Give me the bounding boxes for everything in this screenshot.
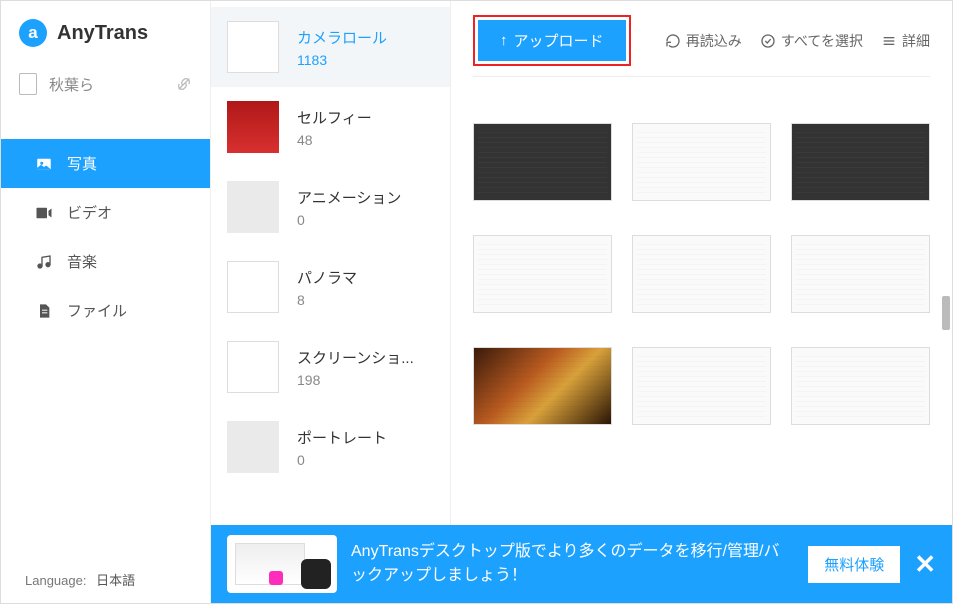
upload-button[interactable]: ↑ アップロード <box>478 20 626 61</box>
nav-label: 音楽 <box>67 251 97 272</box>
upload-arrow-icon: ↑ <box>500 32 508 49</box>
album-name: パノラマ <box>297 267 357 288</box>
reload-label: 再読込み <box>686 31 742 51</box>
album-count: 48 <box>297 132 372 148</box>
photo-thumb[interactable] <box>473 235 612 313</box>
album-thumb <box>227 341 279 393</box>
main-area: ↑ アップロード 再読込み すべてを選択 詳細 <box>451 1 952 526</box>
upload-highlight: ↑ アップロード <box>473 15 631 66</box>
nav-label: 写真 <box>67 153 97 174</box>
album-thumb <box>227 181 279 233</box>
album-count: 198 <box>297 372 414 388</box>
banner-text: AnyTransデスクトップ版でより多くのデータを移行/管理/バックアップしまし… <box>351 540 794 588</box>
device-name: 秋葉ら <box>49 74 94 95</box>
photo-thumb[interactable] <box>791 235 930 313</box>
album-count: 0 <box>297 452 387 468</box>
photo-thumb[interactable] <box>632 123 771 201</box>
promo-banner: AnyTransデスクトップ版でより多くのデータを移行/管理/バックアップしまし… <box>211 525 952 603</box>
photo-thumb[interactable] <box>632 235 771 313</box>
banner-cta-button[interactable]: 無料体験 <box>808 546 900 583</box>
app-name: AnyTrans <box>57 22 148 45</box>
album-item[interactable]: ポートレート 0 <box>211 407 450 487</box>
album-name: ポートレート <box>297 427 387 448</box>
video-icon <box>35 204 53 222</box>
image-icon <box>35 155 53 173</box>
toolbar: ↑ アップロード 再読込み すべてを選択 詳細 <box>451 1 952 76</box>
device-row[interactable]: 秋葉ら <box>1 59 210 109</box>
photo-thumb[interactable] <box>473 123 612 201</box>
nav-label: ビデオ <box>67 202 112 223</box>
album-name: セルフィー <box>297 107 372 128</box>
album-count: 0 <box>297 212 401 228</box>
banner-image <box>227 535 337 593</box>
album-name: アニメーション <box>297 187 401 208</box>
reload-button[interactable]: 再読込み <box>665 31 742 51</box>
album-thumb <box>227 101 279 153</box>
nav-item-music[interactable]: 音楽 <box>1 237 210 286</box>
language-value: 日本語 <box>96 573 135 588</box>
album-count: 1183 <box>297 52 387 68</box>
album-thumb <box>227 261 279 313</box>
nav-label: ファイル <box>67 300 127 321</box>
album-thumb <box>227 21 279 73</box>
scrollbar-thumb[interactable] <box>942 296 950 330</box>
list-icon <box>881 33 897 49</box>
album-item[interactable]: カメラロール 1183 <box>211 7 450 87</box>
music-icon <box>35 253 53 271</box>
photo-thumb[interactable] <box>473 347 612 425</box>
upload-label: アップロード <box>514 30 604 51</box>
photo-grid[interactable] <box>451 77 952 526</box>
language-label: Language: <box>25 573 86 588</box>
select-all-button[interactable]: すべてを選択 <box>760 31 863 51</box>
app-logo: a AnyTrans <box>1 1 210 59</box>
album-name: スクリーンショ... <box>297 347 414 368</box>
photo-thumb[interactable] <box>791 347 930 425</box>
album-item[interactable]: アニメーション 0 <box>211 167 450 247</box>
reload-icon <box>665 33 681 49</box>
photo-thumb[interactable] <box>632 347 771 425</box>
album-thumb <box>227 421 279 473</box>
logo-icon: a <box>19 19 47 47</box>
phone-icon <box>19 73 37 95</box>
album-count: 8 <box>297 292 357 308</box>
details-button[interactable]: 詳細 <box>881 31 930 51</box>
file-icon <box>35 302 53 320</box>
language-selector[interactable]: Language: 日本語 <box>25 570 135 589</box>
album-item[interactable]: セルフィー 48 <box>211 87 450 167</box>
album-list[interactable]: カメラロール 1183 セルフィー 48 アニメーション 0 パノラマ 8 スクリーンショ...… <box>211 1 451 526</box>
nav-item-videos[interactable]: ビデオ <box>1 188 210 237</box>
photo-thumb[interactable] <box>791 123 930 201</box>
details-label: 詳細 <box>902 31 930 51</box>
left-sidebar: a AnyTrans 秋葉ら 写真 ビデオ 音楽 <box>1 1 211 603</box>
album-item[interactable]: スクリーンショ... 198 <box>211 327 450 407</box>
nav-item-photos[interactable]: 写真 <box>1 139 210 188</box>
select-all-label: すべてを選択 <box>781 31 863 51</box>
unlink-icon[interactable] <box>176 76 192 92</box>
nav-item-files[interactable]: ファイル <box>1 286 210 335</box>
nav-list: 写真 ビデオ 音楽 ファイル <box>1 139 210 335</box>
album-item[interactable]: パノラマ 8 <box>211 247 450 327</box>
close-icon[interactable]: ✕ <box>914 549 936 580</box>
check-circle-icon <box>760 33 776 49</box>
album-name: カメラロール <box>297 27 387 48</box>
